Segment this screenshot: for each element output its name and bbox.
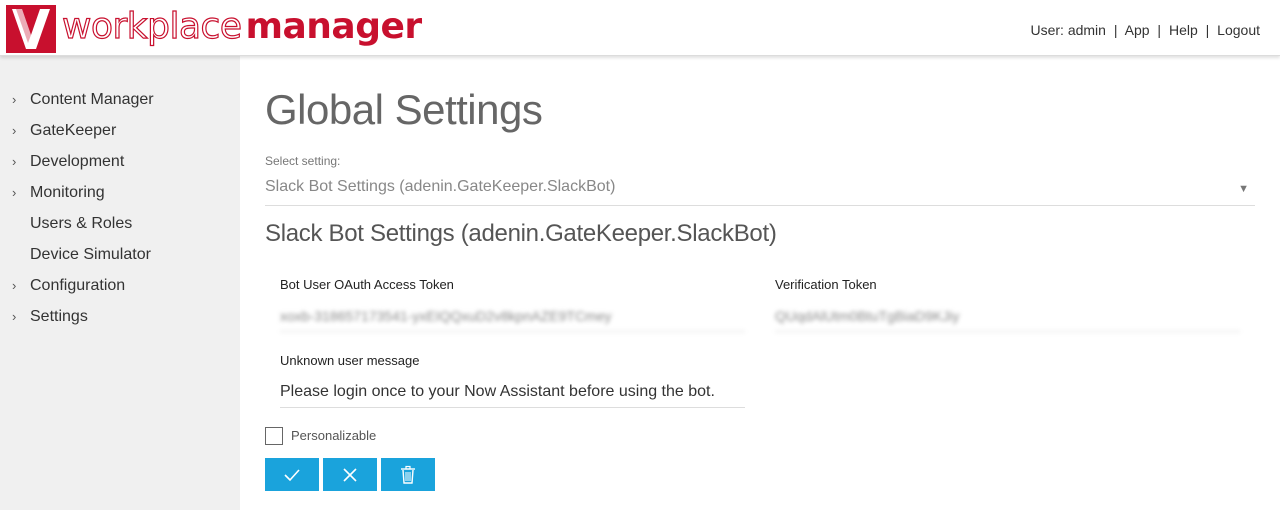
verification-token-label: Verification Token: [775, 277, 877, 292]
sidebar-item-monitoring[interactable]: › Monitoring: [0, 177, 240, 208]
brand-wordmark[interactable]: workplace manager: [61, 4, 422, 50]
sidebar-item-configuration[interactable]: › Configuration: [0, 270, 240, 301]
check-icon: [284, 468, 300, 481]
sidebar-item-label: Settings: [30, 308, 88, 325]
close-icon: [343, 467, 357, 482]
sidebar-item-gatekeeper[interactable]: › GateKeeper: [0, 115, 240, 146]
main-content: Global Settings Select setting: Slack Bo…: [265, 56, 1255, 248]
brand-wordmark-bold: manager: [245, 6, 422, 47]
chevron-right-icon: ›: [12, 92, 17, 107]
trash-icon: [401, 465, 415, 484]
chevron-right-icon: ›: [12, 185, 17, 200]
unknown-user-message-field: Unknown user message: [280, 353, 745, 408]
sidebar-item-device-simulator[interactable]: Device Simulator: [0, 239, 240, 270]
unknown-user-message-input[interactable]: [280, 376, 745, 408]
caret-down-icon: ▼: [1238, 183, 1249, 195]
chevron-right-icon: ›: [12, 309, 17, 324]
nav-separator: |: [1205, 22, 1210, 38]
personalizable-row: Personalizable: [265, 427, 376, 445]
verification-token-field: Verification Token: [775, 277, 1240, 332]
sidebar-item-label: Monitoring: [30, 184, 105, 201]
sidebar-item-label: Device Simulator: [30, 246, 151, 263]
chevron-right-icon: ›: [12, 123, 17, 138]
top-header: workplace manager User: admin | App | Hel…: [0, 0, 1280, 56]
nav-separator: |: [1113, 22, 1118, 38]
unknown-user-message-label: Unknown user message: [280, 353, 420, 368]
nav-separator: |: [1157, 22, 1162, 38]
brand-wordmark-light: workplace: [61, 5, 242, 47]
verification-token-input[interactable]: [775, 300, 1240, 332]
sidebar-item-label: Configuration: [30, 277, 126, 294]
nav-link-app[interactable]: App: [1125, 22, 1150, 38]
logo-icon: [6, 5, 56, 53]
top-nav: User: admin | App | Help | Logout: [1030, 22, 1260, 38]
bot-token-input[interactable]: [280, 300, 745, 332]
sidebar-item-label: Users & Roles: [30, 215, 133, 232]
page-title: Global Settings: [265, 86, 543, 133]
setting-select[interactable]: Slack Bot Settings (adenin.GateKeeper.Sl…: [265, 176, 1255, 206]
cancel-button[interactable]: [323, 458, 377, 491]
personalizable-checkbox[interactable]: [265, 427, 283, 445]
setting-select-value: Slack Bot Settings (adenin.GateKeeper.Sl…: [265, 178, 616, 195]
nav-link-logout[interactable]: Logout: [1217, 22, 1260, 38]
bot-token-field: Bot User OAuth Access Token: [280, 277, 745, 332]
sidebar-item-label: GateKeeper: [30, 122, 117, 139]
chevron-right-icon: ›: [12, 154, 17, 169]
sidebar-item-content-manager[interactable]: › Content Manager: [0, 84, 240, 115]
sidebar-item-label: Content Manager: [30, 91, 154, 108]
chevron-right-icon: ›: [12, 278, 17, 293]
sidebar-item-users-roles[interactable]: Users & Roles: [0, 208, 240, 239]
sidebar: › Content Manager › GateKeeper › Develop…: [0, 56, 240, 510]
bot-token-label: Bot User OAuth Access Token: [280, 277, 454, 292]
personalizable-label: Personalizable: [291, 428, 377, 443]
sidebar-item-settings[interactable]: › Settings: [0, 301, 240, 332]
select-setting-label: Select setting:: [265, 154, 341, 168]
save-button[interactable]: [265, 458, 319, 491]
nav-link-help[interactable]: Help: [1169, 22, 1198, 38]
sidebar-item-development[interactable]: › Development: [0, 146, 240, 177]
user-label: User: admin: [1030, 22, 1106, 38]
section-title: Slack Bot Settings (adenin.GateKeeper.Sl…: [265, 220, 777, 247]
sidebar-item-label: Development: [30, 153, 125, 170]
delete-button[interactable]: [381, 458, 435, 491]
